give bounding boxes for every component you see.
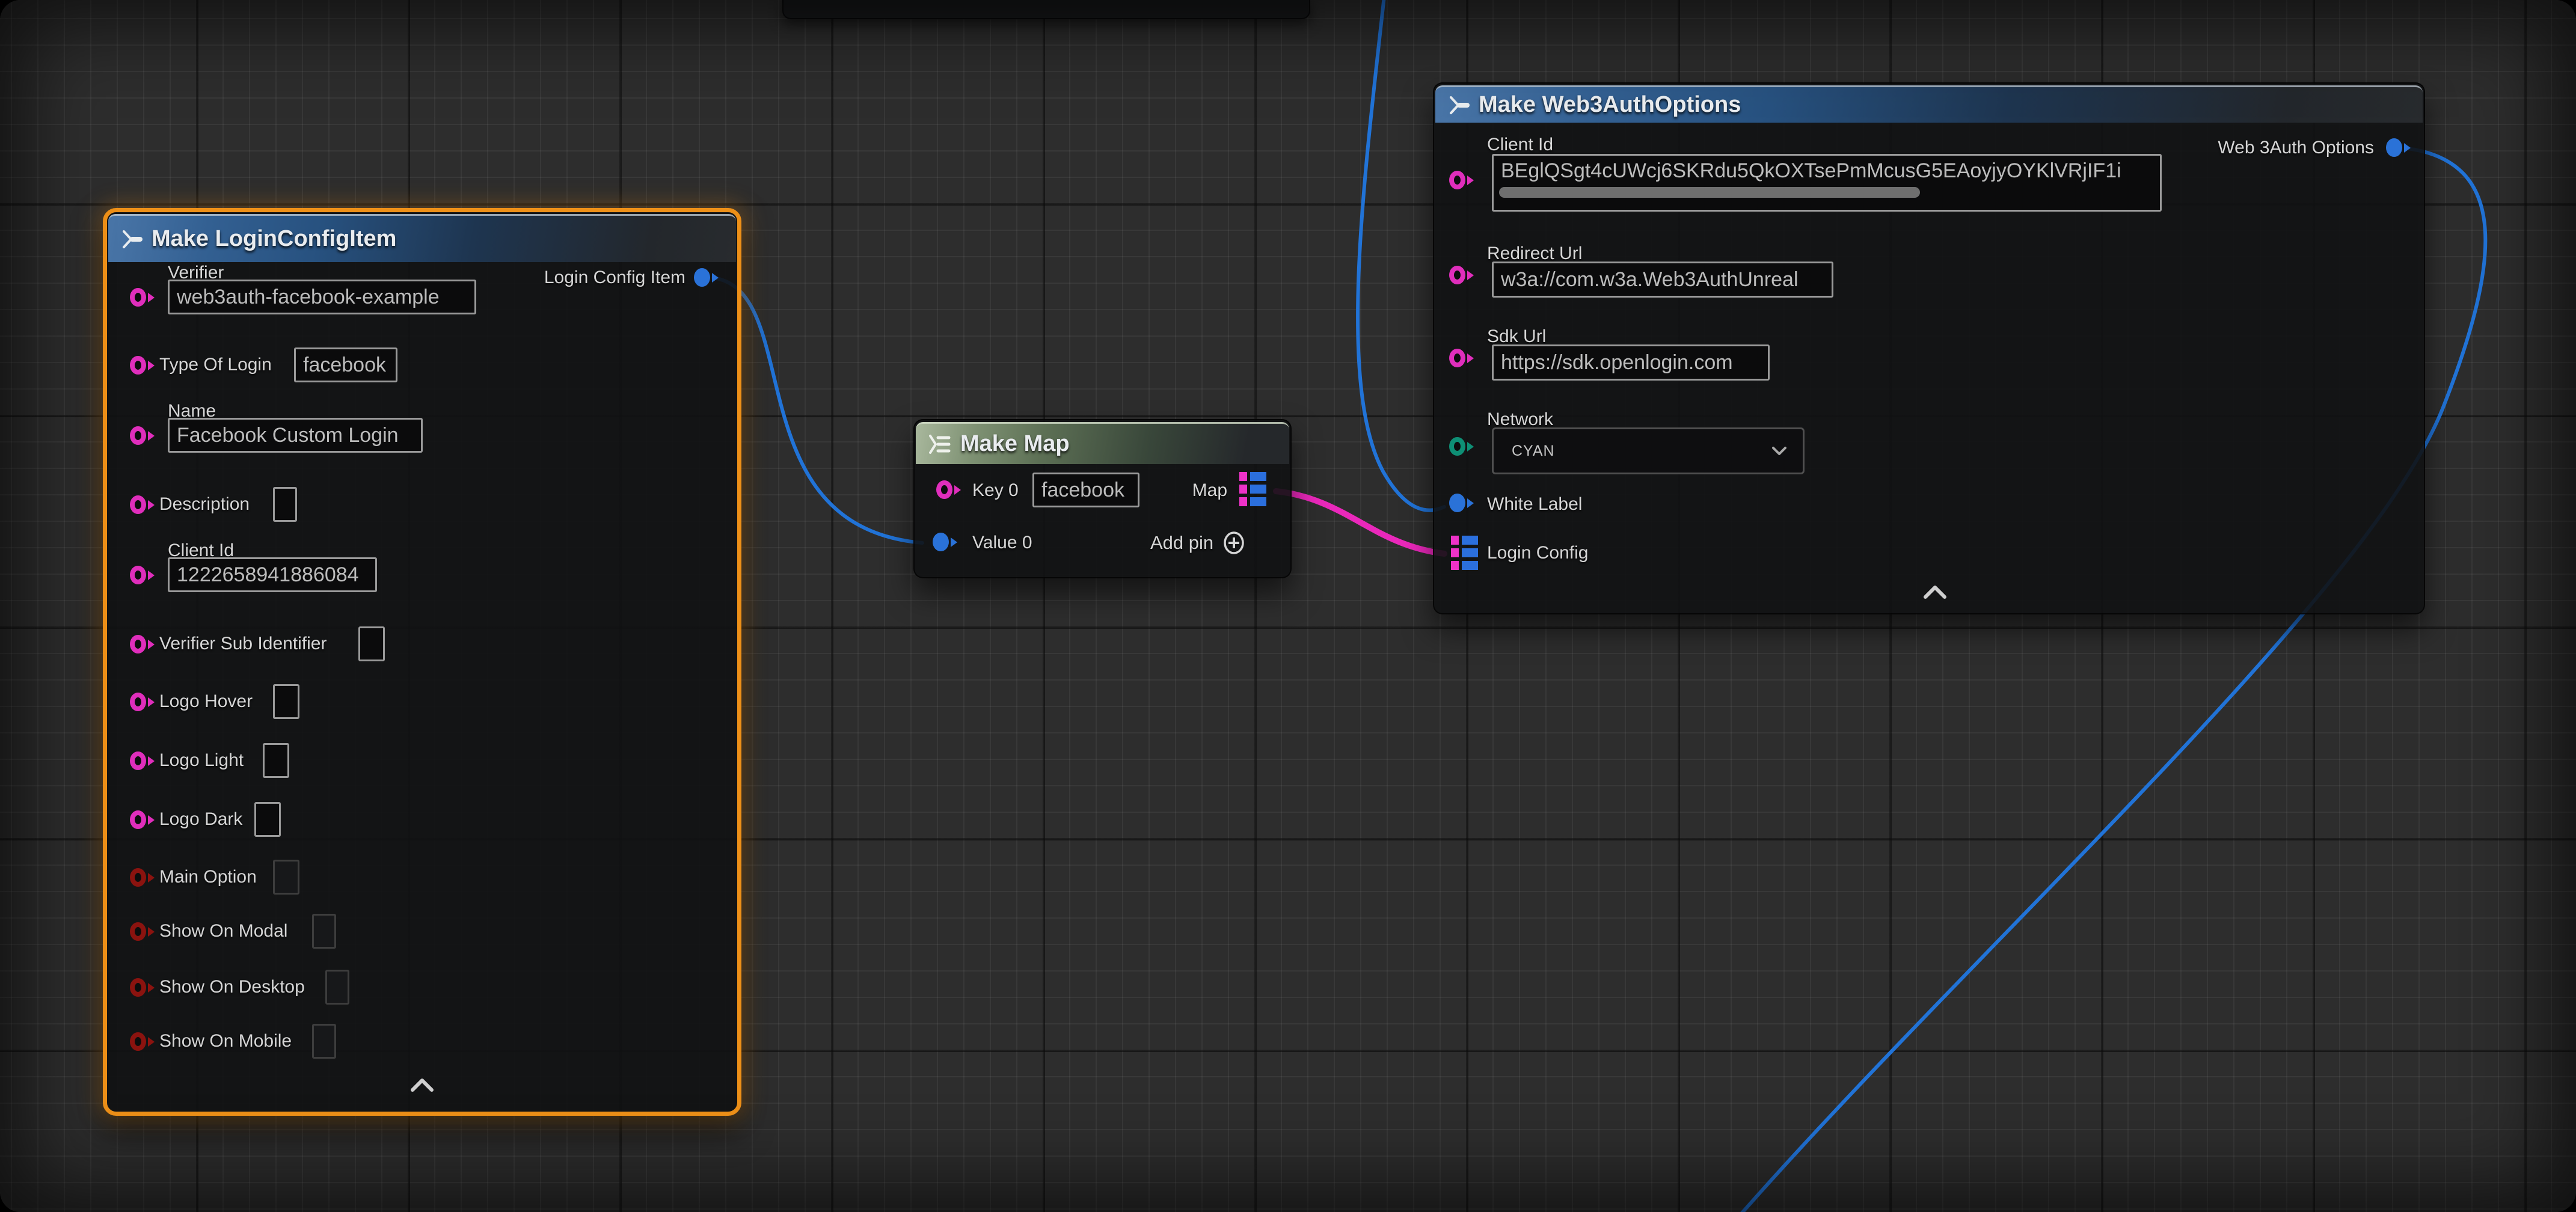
pin-client-id-string[interactable] — [130, 566, 155, 584]
field-label: Show On Desktop — [159, 977, 305, 997]
pin-logo-light-string[interactable] — [130, 751, 155, 770]
pin-web3auth-options-output[interactable] — [2386, 138, 2411, 157]
node-make-loginconfigitem[interactable]: Make LoginConfigItem Login Config Item V… — [103, 208, 741, 1116]
field-label: White Label — [1487, 494, 1582, 515]
pin-network-enum[interactable] — [1449, 437, 1474, 456]
verifier-sub-identifier-input[interactable] — [358, 626, 385, 661]
make-struct-icon — [119, 227, 143, 251]
pin-verifier-sub-identifier-string[interactable] — [130, 635, 155, 653]
field-label: Redirect Url — [1487, 243, 1582, 264]
node-make-map[interactable]: Make Map Key 0 facebook Map Value 0 Add … — [913, 419, 1292, 578]
pin-verifier-string[interactable] — [130, 288, 155, 307]
field-label: Sdk Url — [1487, 326, 1546, 347]
offscreen-node-bottom[interactable] — [782, 0, 1310, 19]
pin-main-option-bool[interactable] — [130, 868, 155, 887]
value0-label: Value 0 — [972, 533, 1032, 553]
field-label: Type Of Login — [159, 355, 272, 375]
field-label: Logo Dark — [159, 809, 242, 830]
type-of-login-input[interactable]: facebook — [294, 347, 397, 382]
pin-show-on-modal-bool[interactable] — [130, 922, 155, 941]
pin-name-string[interactable] — [130, 426, 155, 445]
field-label: Logo Light — [159, 750, 244, 771]
map-output-label: Map — [1143, 480, 1227, 501]
make-map-icon — [927, 432, 952, 456]
pin-key0-string[interactable] — [936, 480, 961, 499]
pin-redirect-url-string[interactable] — [1449, 266, 1474, 284]
field-label: Client Id — [1487, 135, 1553, 155]
pin-show-on-mobile-bool[interactable] — [130, 1032, 155, 1051]
pin-map-output[interactable] — [1239, 472, 1266, 506]
pin-sdk-url-string[interactable] — [1449, 349, 1474, 367]
network-dropdown[interactable]: CYAN — [1492, 427, 1805, 474]
client-id-input[interactable]: BEglQSgt4cUWcj6SKRdu5QkOXTsePmMcusG5EAoy… — [1492, 154, 2162, 212]
pin-logo-hover-string[interactable] — [130, 693, 155, 711]
wire-loginconfigitem-to-value0[interactable] — [713, 278, 922, 543]
wire-top-to-whitelabel[interactable] — [1358, 0, 1444, 510]
pin-description-string[interactable] — [130, 495, 155, 514]
show-on-mobile-checkbox[interactable] — [312, 1024, 336, 1059]
key0-input[interactable]: facebook — [1032, 473, 1139, 507]
field-label: Show On Mobile — [159, 1031, 292, 1051]
pin-type-of-login-string[interactable] — [130, 356, 155, 375]
node-header[interactable]: Make Web3AuthOptions — [1435, 85, 2423, 123]
field-label: Logo Hover — [159, 691, 253, 712]
node-title: Make Web3AuthOptions — [1479, 92, 1741, 118]
field-label: Verifier Sub Identifier — [159, 634, 327, 654]
field-label: Main Option — [159, 867, 257, 887]
pin-show-on-desktop-bool[interactable] — [130, 978, 155, 997]
main-option-checkbox[interactable] — [273, 860, 299, 895]
node-header[interactable]: Make LoginConfigItem — [108, 214, 736, 262]
output-label: Web 3Auth Options — [2206, 138, 2374, 158]
name-input[interactable]: Facebook Custom Login — [168, 418, 423, 453]
pin-login-config-map[interactable] — [1451, 536, 1478, 570]
logo-dark-input[interactable] — [254, 802, 281, 837]
pin-logo-dark-string[interactable] — [130, 810, 155, 829]
show-on-modal-checkbox[interactable] — [312, 914, 336, 949]
node-make-web3authoptions[interactable]: Make Web3AuthOptions Web 3Auth Options C… — [1433, 82, 2425, 614]
add-pin-plus-icon — [1222, 531, 1246, 555]
verifier-input[interactable]: web3auth-facebook-example — [168, 280, 476, 314]
add-pin-label: Add pin — [1150, 532, 1213, 554]
pin-white-label-object[interactable] — [1449, 494, 1474, 512]
pin-client-id-string[interactable] — [1449, 171, 1474, 189]
field-label: Description — [159, 494, 250, 515]
sdk-url-input[interactable]: https://sdk.openlogin.com — [1492, 344, 1770, 381]
node-header[interactable]: Make Map — [916, 422, 1289, 464]
logo-light-input[interactable] — [263, 743, 289, 778]
show-on-desktop-checkbox[interactable] — [325, 970, 349, 1005]
description-input[interactable] — [273, 487, 297, 522]
output-label: Login Config Item — [522, 268, 685, 288]
pin-login-config-item-output[interactable] — [694, 268, 719, 287]
node-title: Make Map — [960, 431, 1070, 457]
field-label: Login Config — [1487, 543, 1588, 563]
client-id-input[interactable]: 1222658941886084 — [168, 557, 377, 592]
field-label: Show On Modal — [159, 921, 287, 941]
chevron-up-icon[interactable] — [408, 1077, 437, 1094]
make-struct-icon — [1446, 93, 1470, 117]
chevron-down-icon — [1771, 446, 1787, 456]
wire-map-to-loginconfig[interactable] — [1276, 491, 1444, 554]
logo-hover-input[interactable] — [273, 684, 299, 719]
redirect-url-input[interactable]: w3a://com.w3a.Web3AuthUnreal — [1492, 262, 1833, 298]
node-title: Make LoginConfigItem — [152, 226, 396, 252]
add-pin-button[interactable]: Add pin — [1150, 531, 1246, 555]
field-label: Network — [1487, 409, 1553, 430]
client-id-scrollbar[interactable] — [1499, 187, 1920, 198]
chevron-up-icon[interactable] — [1921, 584, 1949, 601]
key0-label: Key 0 — [972, 480, 1019, 501]
blueprint-canvas[interactable]: Make LoginConfigItem Login Config Item V… — [0, 0, 2576, 1212]
pin-value0-object[interactable] — [933, 533, 957, 551]
network-selected-value: CYAN — [1512, 442, 1555, 460]
